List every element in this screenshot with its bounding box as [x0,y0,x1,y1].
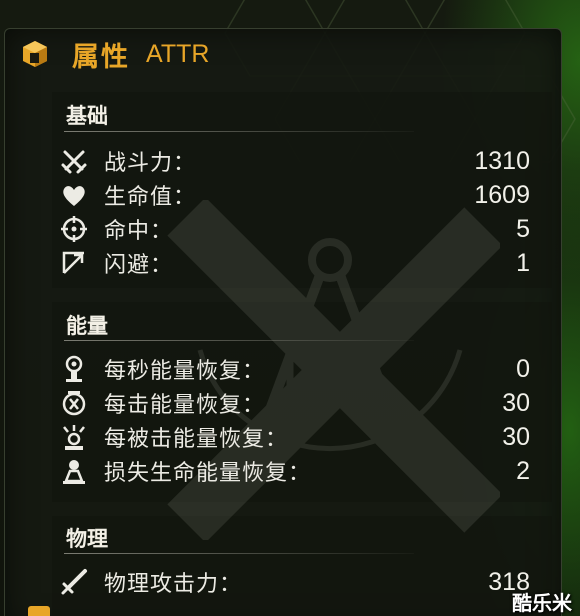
stat-value: 2 [516,456,530,485]
energy-when-hit-icon [63,425,85,450]
stat-label: 每秒能量恢复： [104,359,266,384]
dodge-arrow-icon [62,251,84,274]
stat-row-hit: 命中： 5 [60,213,530,245]
section-divider [64,131,414,132]
panel-title: 属性 [72,41,130,73]
stat-row-power: 战斗力： 1310 [60,145,530,177]
stat-value: 0 [516,354,530,383]
stat-value: 1 [516,248,530,277]
next-section-icon [28,606,50,616]
crosshair-icon [61,216,87,242]
section-title-physical: 物理 [66,526,108,551]
energy-per-second-icon [65,355,83,382]
stat-row-energy-per-hp-lost: 损失生命能量恢复： 2 [60,455,530,487]
section-title-energy: 能量 [66,313,108,338]
stat-label: 物理攻击力： [104,572,243,597]
stat-row-physical-attack: 物理攻击力： 318 [60,566,530,598]
stat-label: 生命值： [104,185,197,210]
stat-label: 战斗力： [104,151,197,176]
stat-value: 1609 [474,180,530,209]
stat-value: 30 [502,388,530,417]
section-title-basic: 基础 [66,103,108,128]
energy-per-hp-lost-icon [63,460,85,484]
cube-icon [23,41,47,67]
stat-label: 闪避： [104,253,174,278]
panel-header: 属性 ATTR [20,36,210,73]
heart-icon [63,186,85,206]
stat-value: 30 [502,422,530,451]
crossed-swords-icon [61,150,87,174]
stat-row-dodge: 闪避： 1 [60,247,530,279]
stat-value: 5 [516,214,530,243]
stat-row-energy-per-second: 每秒能量恢复： 0 [60,353,530,385]
stat-label: 损失生命能量恢复： [104,461,312,486]
stat-row-energy-per-hit: 每击能量恢复： 30 [60,387,530,419]
stat-label: 每被击能量恢复： [104,427,289,452]
sword-icon [61,569,87,595]
section-divider [64,340,414,341]
stat-row-energy-when-hit: 每被击能量恢复： 30 [60,421,530,453]
panel-subtitle: ATTR [146,39,210,68]
energy-per-hit-icon [62,391,86,416]
stat-row-hp: 生命值： 1609 [60,179,530,211]
stat-label: 命中： [104,219,174,244]
site-watermark: 酷乐米 [512,591,572,615]
section-divider [64,553,414,554]
stat-label: 每击能量恢复： [104,393,266,418]
attribute-screen: 属性 ATTR 基础 战斗力： 1310 生命值： 1609 命中： 5 闪避：… [0,0,580,616]
stat-value: 1310 [474,146,530,175]
